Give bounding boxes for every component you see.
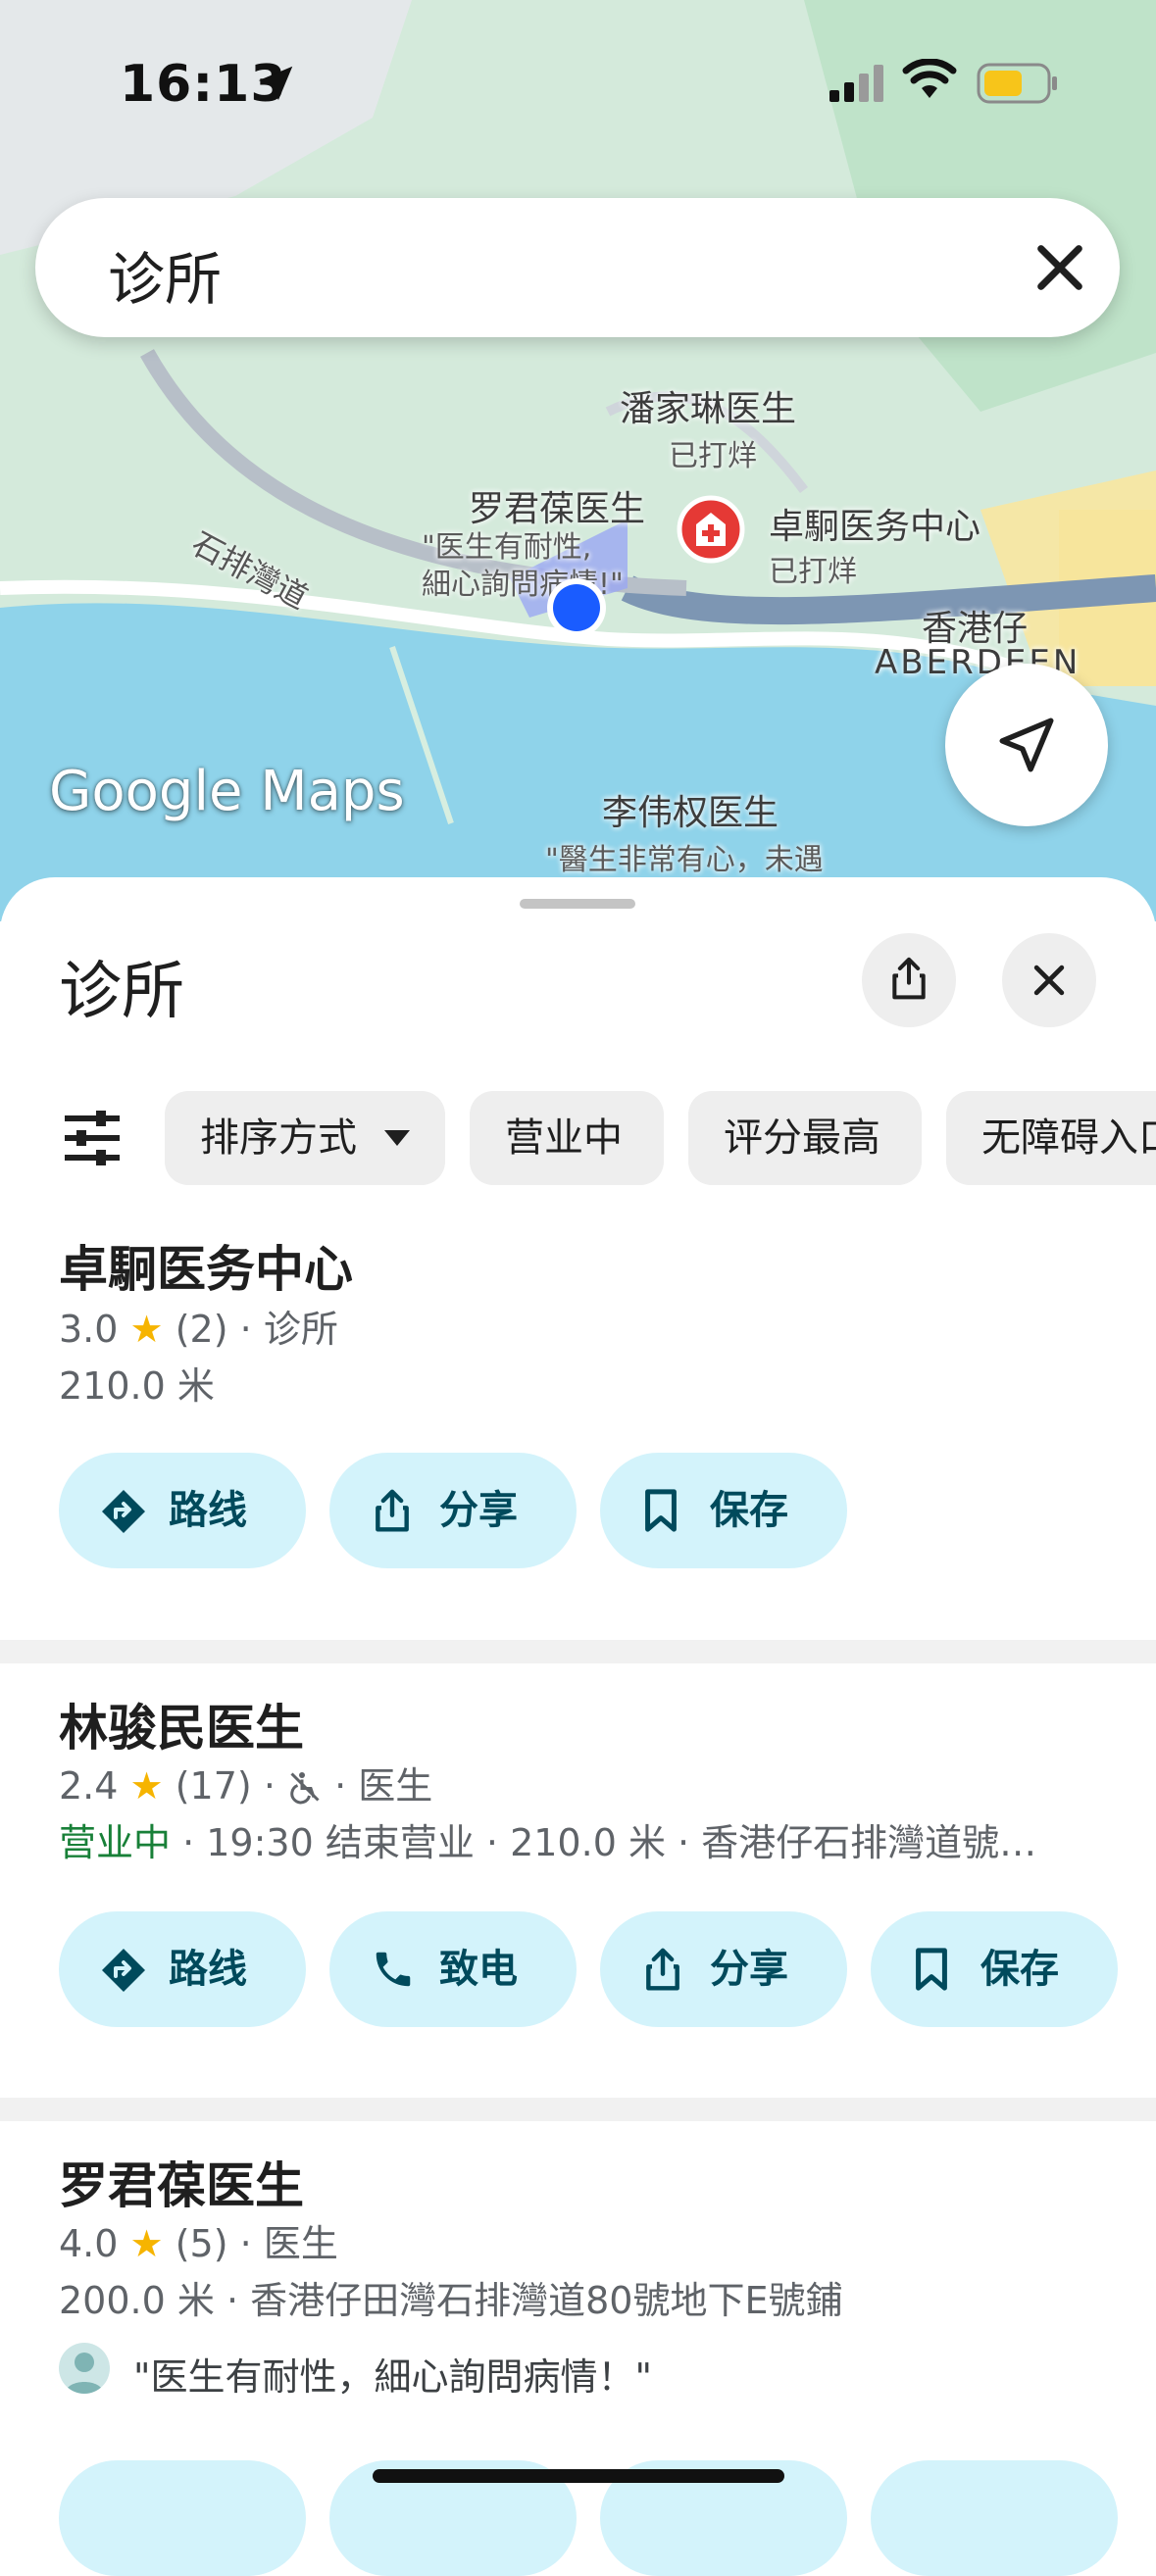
result-name[interactable]: 林骏民医生: [59, 1689, 304, 1759]
category: 医生: [263, 2222, 338, 2265]
result-address-line: 200.0 米 · 香港仔田灣石排灣道80號地下E號鋪: [59, 2279, 843, 2322]
top-rated-chip[interactable]: 评分最高: [688, 1091, 922, 1185]
clinic-pin-icon[interactable]: [677, 495, 745, 573]
sheet-title: 诊所: [59, 956, 184, 1028]
result-rating-line: 4.0 ★ (5) · 医生: [59, 2213, 338, 2267]
result-item[interactable]: 林骏民医生 2.4 ★ (17) · · 医生 营业中 · 19:30 结束营业…: [0, 1689, 1156, 2027]
search-bar[interactable]: 诊所: [35, 198, 1120, 337]
share-button[interactable]: 分享: [600, 1911, 847, 2027]
result-distance: 210.0 米: [59, 1364, 215, 1408]
call-label: 致电: [439, 1947, 518, 1992]
result-divider: [0, 1640, 1156, 1663]
filter-settings-icon[interactable]: [61, 1109, 124, 1167]
save-label: 保存: [710, 1488, 788, 1533]
google-maps-logo: Google Maps: [49, 760, 405, 823]
top-rated-label: 评分最高: [724, 1115, 880, 1161]
result-name[interactable]: 卓駉医务中心: [59, 1230, 353, 1301]
share-icon: [376, 1489, 409, 1532]
share-button[interactable]: 分享: [329, 1453, 577, 1568]
star-icon: ★: [129, 1308, 164, 1351]
hours-detail: · 19:30 结束营业 · 210.0 米 · 香港仔石排灣道號…: [171, 1821, 1037, 1864]
bookmark-icon: [645, 1489, 677, 1532]
share-icon: [646, 1948, 679, 1991]
directions-icon: [102, 1949, 145, 1992]
status-bar: 16:13: [0, 0, 1156, 167]
star-icon: ★: [129, 1764, 164, 1808]
directions-button[interactable]: 路线: [59, 1453, 306, 1568]
result-item[interactable]: 卓駉医务中心 3.0 ★ (2) · 诊所 210.0 米 路线 分享 保存: [0, 1230, 1156, 1568]
directions-button-partial[interactable]: [59, 2460, 306, 2576]
accessible-entrance-label: 无障碍入口: [981, 1115, 1156, 1161]
share-icon: [892, 957, 926, 1000]
open-now-chip[interactable]: 营业中: [470, 1091, 664, 1185]
share-label: 分享: [710, 1947, 788, 1992]
map-label-pan-status: 已打烊: [669, 439, 757, 473]
result-rating-line: 2.4 ★ (17) · · 医生: [59, 1756, 432, 1809]
bookmark-icon: [916, 1948, 947, 1991]
separator: ·: [334, 1764, 347, 1808]
map-label-cheuk[interactable]: 卓駉医务中心: [769, 498, 980, 549]
map-label-lee-review: "醫生非常有心，未遇: [545, 843, 824, 877]
call-button[interactable]: 致电: [329, 1911, 577, 2027]
save-button[interactable]: 保存: [871, 1911, 1118, 2027]
save-button[interactable]: 保存: [600, 1453, 847, 1568]
category: 医生: [358, 1764, 433, 1808]
open-status: 营业中: [59, 1821, 172, 1864]
search-input[interactable]: 诊所: [108, 233, 222, 316]
category: 诊所: [263, 1308, 338, 1351]
review-count: (2): [175, 1308, 228, 1351]
navigation-arrow-icon: [999, 718, 1054, 772]
close-icon: [1033, 965, 1065, 996]
my-location-dot-icon: [547, 578, 606, 637]
dropdown-caret-icon: [384, 1130, 410, 1146]
recenter-button[interactable]: [945, 664, 1108, 826]
directions-button[interactable]: 路线: [59, 1911, 306, 2027]
result-name[interactable]: 罗君葆医生: [59, 2147, 304, 2217]
location-services-icon: [258, 66, 293, 101]
wifi-icon: [902, 59, 957, 98]
cellular-signal-icon: [829, 65, 883, 102]
review-snippet: "医生有耐性，細心詢問病情！": [133, 2355, 652, 2399]
result-hours-line: 营业中 · 19:30 结束营业 · 210.0 米 · 香港仔石排灣道號…: [59, 1812, 1036, 1866]
share-label: 分享: [439, 1488, 518, 1533]
result-rating-line: 3.0 ★ (2) · 诊所: [59, 1299, 338, 1353]
directions-label: 路线: [169, 1488, 247, 1533]
map-label-lee[interactable]: 李伟权医生: [602, 784, 779, 835]
separator: ·: [263, 1764, 276, 1808]
results-sheet: 诊所 排序方式 营业中 评分最高 无障碍入 卓駉医务中心 3.0 ★ (2) ·…: [0, 877, 1156, 2576]
rating-value: 3.0: [59, 1308, 119, 1351]
sort-by-chip[interactable]: 排序方式: [165, 1091, 445, 1185]
sheet-drag-handle[interactable]: [520, 899, 635, 909]
open-now-label: 营业中: [505, 1115, 623, 1161]
separator: ·: [239, 1308, 252, 1351]
share-list-button[interactable]: [862, 933, 956, 1027]
clear-search-icon[interactable]: [1028, 235, 1092, 300]
save-label: 保存: [980, 1947, 1059, 1992]
result-item[interactable]: 罗君葆医生 4.0 ★ (5) · 医生 200.0 米 · 香港仔田灣石排灣道…: [0, 2147, 1156, 2576]
directions-icon: [102, 1490, 145, 1533]
filter-bar: 排序方式 营业中 评分最高 无障碍入口: [0, 1091, 1156, 1189]
result-divider: [0, 2098, 1156, 2121]
map-label-law[interactable]: 罗君葆医生: [469, 480, 645, 531]
battery-icon: [977, 63, 1057, 104]
accessible-entrance-chip[interactable]: 无障碍入口: [946, 1091, 1156, 1185]
phone-icon: [376, 1952, 411, 1987]
review-count: (17): [175, 1764, 252, 1808]
star-icon: ★: [129, 2222, 164, 2265]
review-count: (5): [175, 2222, 228, 2265]
close-sheet-button[interactable]: [1002, 933, 1096, 1027]
directions-label: 路线: [169, 1947, 247, 1992]
sort-by-label: 排序方式: [200, 1115, 357, 1161]
action-button-partial[interactable]: [871, 2460, 1118, 2576]
reviewer-avatar: [59, 2343, 110, 2394]
wheelchair-not-accessible-icon: [290, 1772, 320, 1805]
separator: ·: [239, 2222, 252, 2265]
home-indicator[interactable]: [373, 2469, 784, 2483]
rating-value: 4.0: [59, 2222, 119, 2265]
rating-value: 2.4: [59, 1764, 119, 1808]
map-label-pan[interactable]: 潘家琳医生: [620, 380, 796, 431]
map-label-cheuk-status: 已打烊: [769, 555, 857, 589]
person-icon: [65, 2353, 104, 2394]
